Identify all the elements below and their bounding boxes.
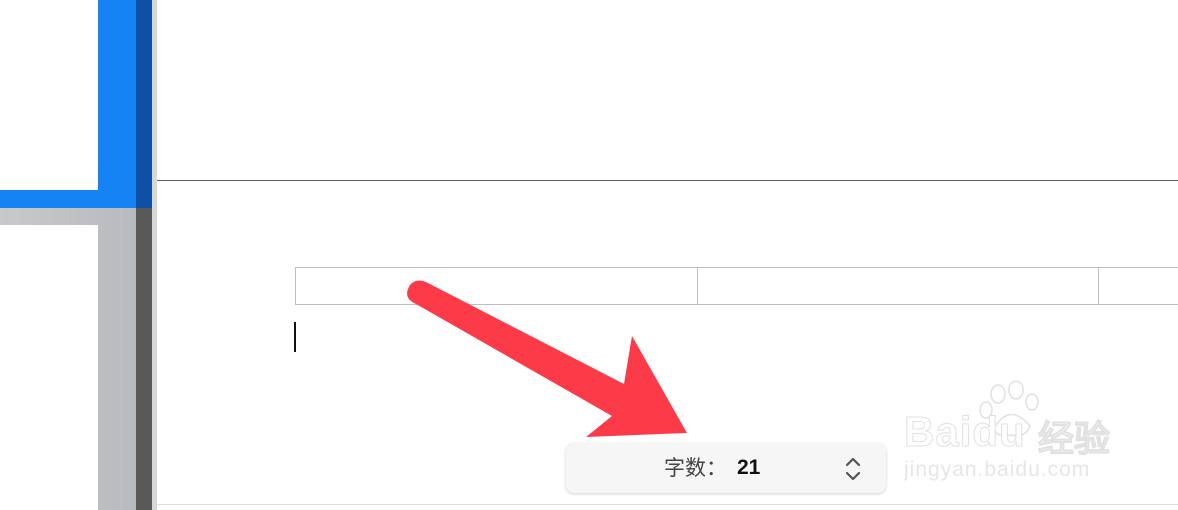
watermark-url: jingyan.baidu.com: [904, 458, 1091, 481]
footer-divider: [157, 504, 1178, 505]
table-cell[interactable]: [1098, 267, 1178, 305]
annotation-arrow-icon: [407, 280, 687, 437]
table-cell[interactable]: [696, 267, 1099, 305]
word-count-control[interactable]: 字数： 21: [566, 443, 886, 493]
word-count-value: 21: [737, 456, 761, 479]
word-count-label: 字数：: [664, 456, 727, 480]
sidebar-scroll-strip: [136, 208, 152, 510]
watermark-cn: 经验: [1037, 419, 1111, 461]
chevron-up-down-icon[interactable]: [842, 456, 864, 482]
page-thumbnail[interactable]: [0, 225, 98, 510]
baidu-watermark: Baidu 经验 jingyan.baidu.com: [900, 380, 1130, 490]
document-header-area[interactable]: [157, 0, 1178, 180]
selected-scroll-strip: [136, 0, 152, 208]
text-cursor: [294, 322, 296, 352]
selected-page-thumbnail[interactable]: [0, 0, 98, 190]
watermark-brand: Baidu: [904, 408, 1026, 456]
header-divider: [157, 180, 1178, 181]
